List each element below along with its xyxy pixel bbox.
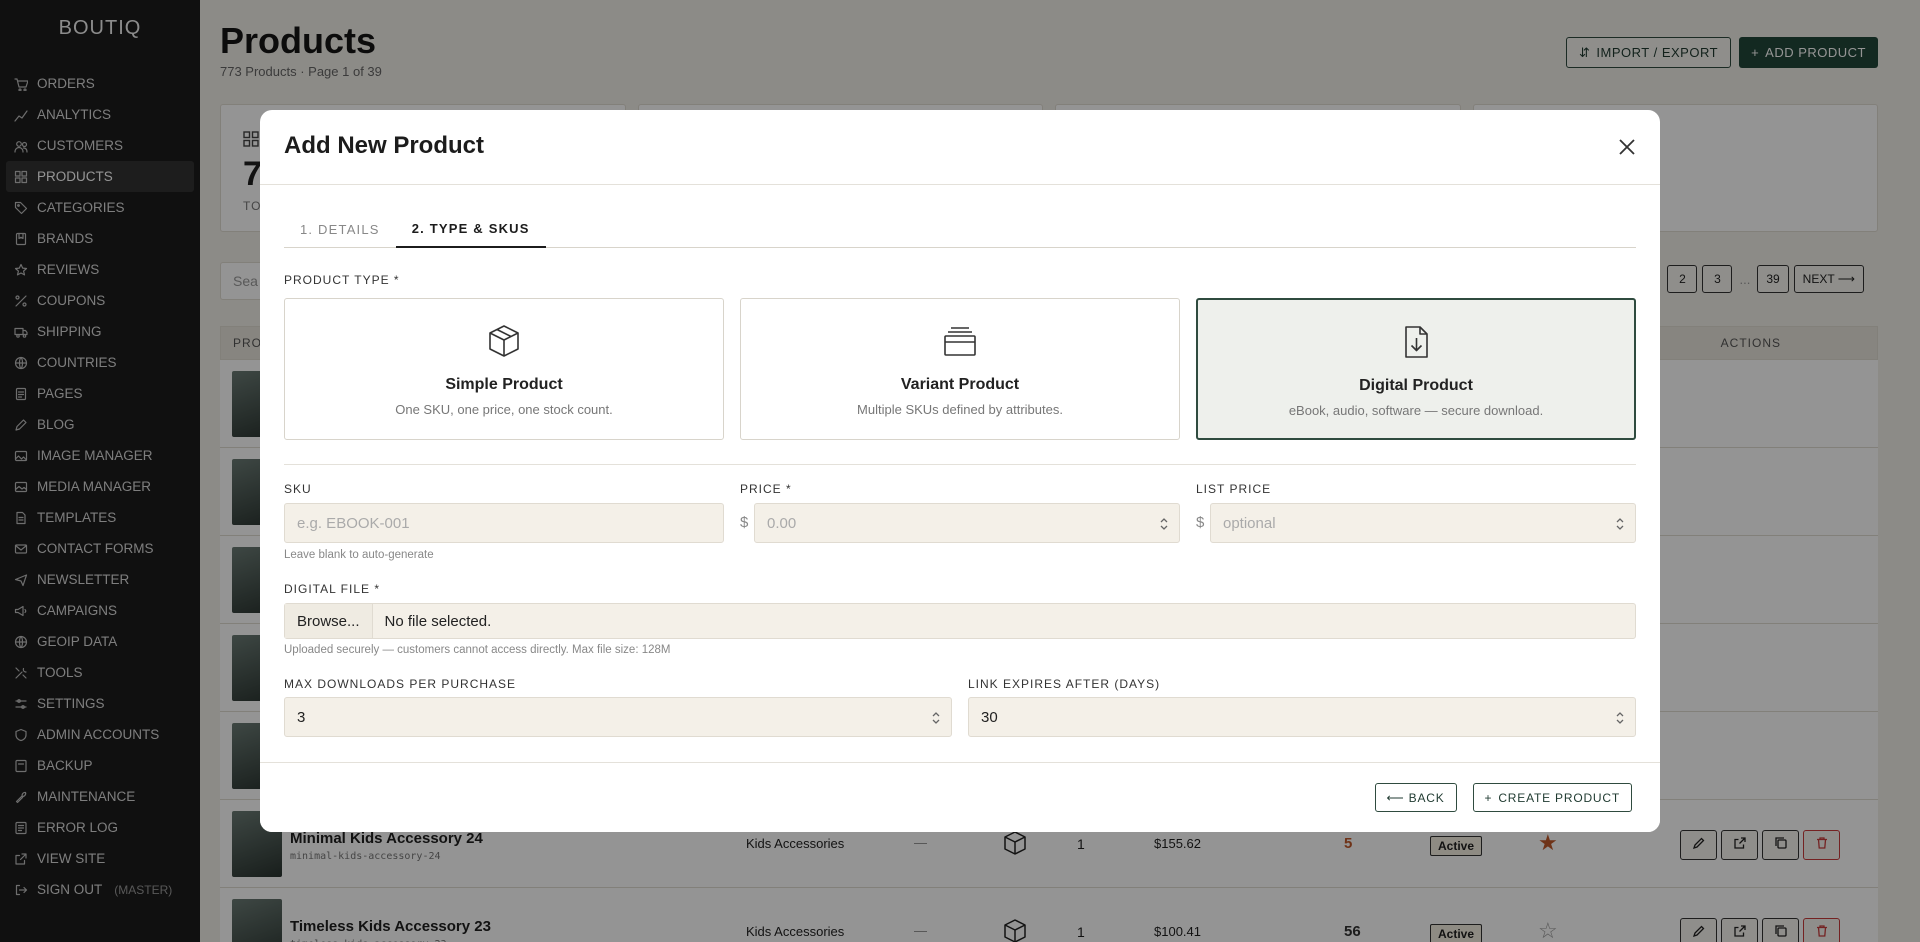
modal-title: Add New Product bbox=[284, 132, 485, 159]
link-expires-label: LINK EXPIRES AFTER (DAYS) bbox=[968, 677, 1161, 691]
max-downloads-value: 3 bbox=[297, 708, 306, 726]
link-expires-value: 30 bbox=[981, 708, 998, 726]
price-input[interactable]: 0.00 bbox=[754, 503, 1180, 543]
option-name: Simple Product bbox=[445, 376, 563, 393]
section-divider bbox=[284, 464, 1636, 465]
product-type-label: PRODUCT TYPE * bbox=[284, 273, 400, 287]
option-name: Digital Product bbox=[1359, 377, 1473, 394]
sku-placeholder: e.g. EBOOK-001 bbox=[297, 514, 410, 532]
browse-button[interactable]: Browse... bbox=[285, 604, 373, 638]
close-icon bbox=[1619, 139, 1635, 155]
list-price-placeholder: optional bbox=[1223, 514, 1276, 532]
max-downloads-input[interactable]: 3 bbox=[284, 697, 952, 737]
list-price-currency: $ bbox=[1196, 514, 1205, 531]
create-product-label: CREATE PRODUCT bbox=[1498, 790, 1620, 805]
digital-file-hint: Uploaded securely — customers cannot acc… bbox=[284, 644, 671, 656]
option-description: One SKU, one price, one stock count. bbox=[395, 402, 613, 417]
list-price-input[interactable]: optional bbox=[1210, 503, 1636, 543]
modal-footer: ⟵ BACK + CREATE PRODUCT bbox=[260, 762, 1660, 832]
link-expires-input[interactable]: 30 bbox=[968, 697, 1636, 737]
stepper-icon[interactable] bbox=[1615, 516, 1625, 532]
stepper-icon[interactable] bbox=[1159, 516, 1169, 532]
footer-actions: ⟵ BACK + CREATE PRODUCT bbox=[1374, 783, 1632, 812]
tab-type-skus[interactable]: 2. TYPE & SKUS bbox=[395, 210, 546, 248]
plus-icon: + bbox=[1484, 790, 1493, 805]
stepper-icon[interactable] bbox=[931, 710, 941, 726]
digital-file-input[interactable]: Browse... No file selected. bbox=[284, 603, 1636, 639]
price-currency: $ bbox=[740, 514, 749, 531]
selected-file-name: No file selected. bbox=[384, 612, 492, 630]
close-button[interactable] bbox=[1614, 134, 1640, 160]
file-download-icon bbox=[1405, 326, 1428, 358]
simple-product-option[interactable]: Simple Product One SKU, one price, one s… bbox=[284, 298, 724, 440]
add-product-modal: Add New Product 1. DETAILS 2. TYPE & SKU… bbox=[260, 110, 1660, 832]
sku-input[interactable]: e.g. EBOOK-001 bbox=[284, 503, 724, 543]
box-icon bbox=[489, 325, 519, 357]
variant-product-option[interactable]: Variant Product Multiple SKUs defined by… bbox=[740, 298, 1180, 440]
create-product-button[interactable]: + CREATE PRODUCT bbox=[1472, 783, 1632, 812]
sku-label: SKU bbox=[284, 482, 312, 496]
modal-header: Add New Product bbox=[260, 110, 1660, 185]
layers-icon bbox=[944, 327, 976, 356]
price-placeholder: 0.00 bbox=[767, 514, 797, 532]
sku-hint: Leave blank to auto-generate bbox=[284, 549, 434, 561]
tab-details[interactable]: 1. DETAILS bbox=[284, 210, 396, 248]
max-downloads-label: MAX DOWNLOADS PER PURCHASE bbox=[284, 677, 517, 691]
option-description: eBook, audio, software — secure download… bbox=[1288, 403, 1544, 418]
option-description: Multiple SKUs defined by attributes. bbox=[857, 402, 1063, 417]
stepper-icon[interactable] bbox=[1615, 710, 1625, 726]
back-button[interactable]: ⟵ BACK bbox=[1374, 783, 1457, 812]
option-name: Variant Product bbox=[900, 376, 1020, 393]
price-label: PRICE * bbox=[740, 482, 792, 496]
digital-file-label: DIGITAL FILE * bbox=[284, 582, 381, 596]
digital-product-option[interactable]: Digital Product eBook, audio, software —… bbox=[1196, 298, 1636, 440]
modal-tabs: 1. DETAILS 2. TYPE & SKUS bbox=[284, 210, 1636, 248]
list-price-label: LIST PRICE bbox=[1196, 482, 1272, 496]
